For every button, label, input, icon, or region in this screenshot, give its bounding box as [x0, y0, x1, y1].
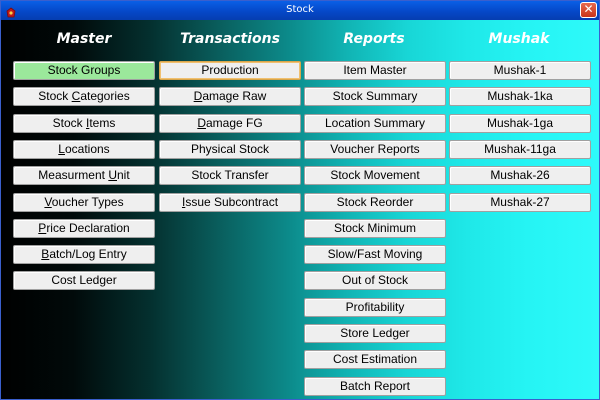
- mushak-1-button[interactable]: Mushak-1: [449, 61, 591, 80]
- button-label: Voucher Reports: [330, 142, 420, 156]
- button-label: Damage FG: [197, 116, 263, 130]
- button-label: Cost Estimation: [332, 352, 418, 366]
- item-master-button[interactable]: Item Master: [304, 61, 446, 80]
- button-label: Batch/Log Entry: [41, 247, 127, 261]
- button-label: Mushak-1ga: [486, 116, 554, 130]
- column-header-master: Master: [56, 31, 112, 47]
- close-button[interactable]: ✕: [580, 2, 597, 18]
- mushak-26-button[interactable]: Mushak-26: [449, 166, 591, 185]
- button-label: Location Summary: [324, 116, 426, 130]
- button-label: Measurment Unit: [38, 168, 130, 182]
- stock-items-button[interactable]: Stock Items: [13, 114, 155, 133]
- stock-summary-button[interactable]: Stock Summary: [304, 87, 446, 106]
- button-label: Batch Report: [339, 379, 411, 393]
- damage-fg-button[interactable]: Damage FG: [159, 114, 301, 133]
- button-label: Production: [201, 63, 259, 77]
- batch-log-entry-button[interactable]: Batch/Log Entry: [13, 245, 155, 264]
- physical-stock-button[interactable]: Physical Stock: [159, 140, 301, 159]
- button-label: Damage Raw: [193, 89, 267, 103]
- issue-subcontract-button[interactable]: Issue Subcontract: [159, 193, 301, 212]
- store-ledger-button[interactable]: Store Ledger: [304, 324, 446, 343]
- button-label: Stock Reorder: [336, 195, 414, 209]
- stock-window: Stock ✕ Master Stock Groups Stock Categori…: [0, 0, 600, 400]
- button-label: Stock Items: [52, 116, 116, 130]
- button-label: Price Declaration: [38, 221, 130, 235]
- button-label: Stock Transfer: [191, 168, 269, 182]
- out-of-stock-button[interactable]: Out of Stock: [304, 271, 446, 290]
- button-label: Cost Ledger: [51, 273, 117, 287]
- button-label: Mushak-27: [490, 195, 550, 209]
- cost-estimation-button[interactable]: Cost Estimation: [304, 350, 446, 369]
- location-summary-button[interactable]: Location Summary: [304, 114, 446, 133]
- measurment-unit-button[interactable]: Measurment Unit: [13, 166, 155, 185]
- title-bar[interactable]: Stock ✕: [1, 1, 599, 20]
- button-label: Store Ledger: [340, 326, 410, 340]
- column-header-reports: Reports: [343, 31, 405, 47]
- button-label: Out of Stock: [341, 273, 409, 287]
- batch-report-button[interactable]: Batch Report: [304, 377, 446, 396]
- button-label: Locations: [58, 142, 110, 156]
- mushak-27-button[interactable]: Mushak-27: [449, 193, 591, 212]
- mushak-1ga-button[interactable]: Mushak-1ga: [449, 114, 591, 133]
- menu-panel: Master Stock Groups Stock Categories Stock …: [1, 20, 599, 399]
- damage-raw-button[interactable]: Damage Raw: [159, 87, 301, 106]
- mushak-1ka-button[interactable]: Mushak-1ka: [449, 87, 591, 106]
- button-label: Stock Categories: [38, 89, 130, 103]
- mushak-11ga-button[interactable]: Mushak-11ga: [449, 140, 591, 159]
- button-label: Physical Stock: [190, 142, 270, 156]
- column-header-transactions: Transactions: [180, 31, 280, 47]
- button-label: Profitability: [345, 300, 405, 314]
- button-label: Stock Movement: [330, 168, 420, 182]
- stock-transfer-button[interactable]: Stock Transfer: [159, 166, 301, 185]
- stock-categories-button[interactable]: Stock Categories: [13, 87, 155, 106]
- button-label: Stock Minimum: [333, 221, 416, 235]
- button-label: Mushak-1: [493, 63, 547, 77]
- cost-ledger-button[interactable]: Cost Ledger: [13, 271, 155, 290]
- button-label: Voucher Types: [44, 195, 124, 209]
- button-label: Slow/Fast Moving: [327, 247, 423, 261]
- price-declaration-button[interactable]: Price Declaration: [13, 219, 155, 238]
- button-label: Mushak-1ka: [487, 89, 553, 103]
- button-label: Mushak-11ga: [484, 142, 556, 156]
- production-button[interactable]: Production: [159, 61, 301, 80]
- button-label: Stock Groups: [47, 63, 121, 77]
- button-label: Mushak-26: [490, 168, 550, 182]
- locations-button[interactable]: Locations: [13, 140, 155, 159]
- column-header-mushak: Mushak: [488, 31, 550, 47]
- button-label: Item Master: [343, 63, 407, 77]
- button-label: Stock Summary: [332, 89, 418, 103]
- stock-minimum-button[interactable]: Stock Minimum: [304, 219, 446, 238]
- voucher-reports-button[interactable]: Voucher Reports: [304, 140, 446, 159]
- profitability-button[interactable]: Profitability: [304, 298, 446, 317]
- slow-fast-moving-button[interactable]: Slow/Fast Moving: [304, 245, 446, 264]
- button-label: Issue Subcontract: [181, 195, 279, 209]
- voucher-types-button[interactable]: Voucher Types: [13, 193, 155, 212]
- window-title: Stock: [286, 4, 314, 15]
- stock-movement-button[interactable]: Stock Movement: [304, 166, 446, 185]
- close-icon: ✕: [583, 2, 594, 16]
- stock-groups-button[interactable]: Stock Groups: [13, 61, 155, 80]
- stock-reorder-button[interactable]: Stock Reorder: [304, 193, 446, 212]
